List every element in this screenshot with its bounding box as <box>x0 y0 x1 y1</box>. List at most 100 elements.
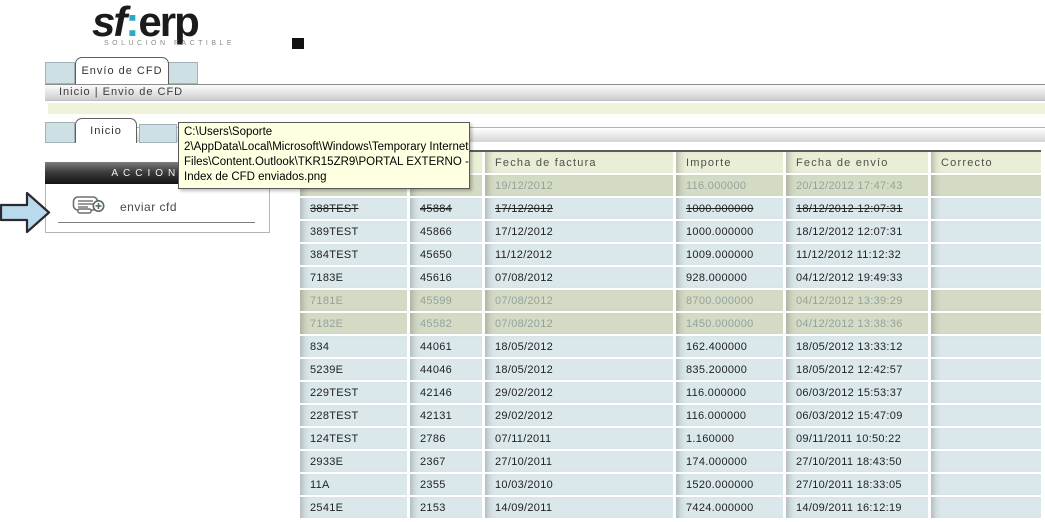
table-cell: 45650 <box>410 244 482 265</box>
table-cell: 45884 <box>410 198 482 219</box>
table-cell: 116.000000 <box>676 175 783 196</box>
table-cell: 14/09/2011 16:12:19 <box>786 497 928 518</box>
table-row[interactable]: 228TEST4213129/02/2012116.00000006/03/20… <box>300 405 1041 426</box>
column-header[interactable]: Importe <box>676 152 783 173</box>
table-cell: 1520.000000 <box>676 474 783 495</box>
table-cell: 1450.000000 <box>676 313 783 334</box>
table-cell: 44061 <box>410 336 482 357</box>
table-cell: 18/05/2012 <box>485 359 673 380</box>
table-cell: 27/10/2011 18:33:05 <box>786 474 928 495</box>
table-cell: 228TEST <box>300 405 407 426</box>
action-divider <box>58 222 255 223</box>
enviar-cfd-label: enviar cfd <box>120 200 177 214</box>
table-cell: 20/12/2012 17:47:43 <box>786 175 928 196</box>
table-cell: 928.000000 <box>676 267 783 288</box>
table-cell: 29/02/2012 <box>485 382 673 403</box>
table-cell: 06/03/2012 15:53:37 <box>786 382 928 403</box>
table-cell: 8700.000000 <box>676 290 783 311</box>
table-cell: 17/12/2012 <box>485 221 673 242</box>
table-row[interactable]: 124TEST278607/11/20111.16000009/11/2011 … <box>300 428 1041 449</box>
tabstrip-decoration-right <box>168 62 198 84</box>
column-header[interactable]: Fecha de envío <box>786 152 928 173</box>
table-row[interactable]: 384TEST4565011/12/20121009.00000011/12/2… <box>300 244 1041 265</box>
table-cell: 18/05/2012 <box>485 336 673 357</box>
table-cell: 07/08/2012 <box>485 267 673 288</box>
table-row[interactable]: 11A235510/03/20101520.00000027/10/2011 1… <box>300 474 1041 495</box>
table-cell: 11/12/2012 <box>485 244 673 265</box>
table-cell: 1.160000 <box>676 428 783 449</box>
table-row[interactable]: 389TEST4586617/12/20121000.00000018/12/2… <box>300 221 1041 242</box>
table-cell: 116.000000 <box>676 382 783 403</box>
table-cell: 2153 <box>410 497 482 518</box>
table-cell: 06/03/2012 15:47:09 <box>786 405 928 426</box>
logo-block-decoration <box>292 38 304 49</box>
table-cell: 04/12/2012 13:39:29 <box>786 290 928 311</box>
table-cell: 09/11/2011 10:50:22 <box>786 428 928 449</box>
table-row[interactable]: 5239E4404618/05/2012835.20000018/05/2012… <box>300 359 1041 380</box>
table-body: 19/12/2012116.00000020/12/2012 17:47:433… <box>300 175 1041 518</box>
table-cell: 7183E <box>300 267 407 288</box>
tabstrip-decoration-left <box>45 62 75 84</box>
table-cell: 11/12/2012 11:12:32 <box>786 244 928 265</box>
table-cell <box>931 497 1041 518</box>
tooltip-line: Files\Content.Outlook\TKR15ZR9\PORTAL EX… <box>184 155 464 170</box>
file-path-tooltip: C:\Users\Soporte 2\AppData\Local\Microso… <box>178 122 470 189</box>
table-cell: 07/08/2012 <box>485 290 673 311</box>
table-cell: 45866 <box>410 221 482 242</box>
logo-colon: : <box>125 0 138 45</box>
table-row[interactable]: 2541E215314/09/20117424.00000014/09/2011… <box>300 497 1041 518</box>
table-cell: 229TEST <box>300 382 407 403</box>
table-cell: 45582 <box>410 313 482 334</box>
annotation-arrow-icon <box>0 190 52 241</box>
table-cell: 14/09/2011 <box>485 497 673 518</box>
table-row[interactable]: 7183E4561607/08/2012928.00000004/12/2012… <box>300 267 1041 288</box>
table-cell <box>931 313 1041 334</box>
table-cell <box>931 359 1041 380</box>
table-cell: 2541E <box>300 497 407 518</box>
table-cell: 7424.000000 <box>676 497 783 518</box>
column-header[interactable]: Correcto <box>931 152 1041 173</box>
breadcrumb[interactable]: Inicio | Envio de CFD <box>45 84 1045 101</box>
table-cell <box>931 382 1041 403</box>
tab-inicio[interactable]: Inicio <box>75 118 137 143</box>
table-cell: 04/12/2012 13:38:36 <box>786 313 928 334</box>
table-cell: 1000.000000 <box>676 221 783 242</box>
table-cell: 18/12/2012 12:07:31 <box>786 198 928 219</box>
table-cell: 7182E <box>300 313 407 334</box>
table-cell: 27/10/2011 <box>485 451 673 472</box>
table-cell: 27/10/2011 18:43:50 <box>786 451 928 472</box>
table-cell: 388TEST <box>300 198 407 219</box>
table-cell <box>931 198 1041 219</box>
table-cell: 18/12/2012 12:07:31 <box>786 221 928 242</box>
logo-wordmark: sf:erp <box>92 0 312 44</box>
tab-envio-de-cfd[interactable]: Envío de CFD <box>75 57 169 84</box>
table-cell: 174.000000 <box>676 451 783 472</box>
column-header[interactable]: Fecha de factura <box>485 152 673 173</box>
table-cell: 45616 <box>410 267 482 288</box>
table-cell: 42131 <box>410 405 482 426</box>
table-row[interactable]: 388TEST4588417/12/20121000.00000018/12/2… <box>300 198 1041 219</box>
logo-subtitle: SOLUCIÓN FACTIBLE <box>104 40 312 47</box>
table-cell: 389TEST <box>300 221 407 242</box>
table-cell: 835.200000 <box>676 359 783 380</box>
table-cell: 834 <box>300 336 407 357</box>
table-cell: 29/02/2012 <box>485 405 673 426</box>
table-row[interactable]: 7182E4558207/08/20121450.00000004/12/201… <box>300 313 1041 334</box>
highlight-band <box>48 103 1045 114</box>
table-cell: 18/05/2012 13:33:12 <box>786 336 928 357</box>
subtabstrip-decoration-left <box>45 122 75 143</box>
table-cell: 42146 <box>410 382 482 403</box>
table-cell: 124TEST <box>300 428 407 449</box>
table-cell <box>931 428 1041 449</box>
table-row[interactable]: 229TEST4214629/02/2012116.00000006/03/20… <box>300 382 1041 403</box>
actions-panel: enviar cfd <box>45 184 270 233</box>
table-cell: 2786 <box>410 428 482 449</box>
table-cell: 5239E <box>300 359 407 380</box>
enviar-cfd-action[interactable]: enviar cfd <box>72 193 177 220</box>
table-row[interactable]: 8344406118/05/2012162.40000018/05/2012 1… <box>300 336 1041 357</box>
cfd-table: Fecha de facturaImporteFecha de envíoCor… <box>300 150 1041 518</box>
table-cell: 17/12/2012 <box>485 198 673 219</box>
table-row[interactable]: 2933E236727/10/2011174.00000027/10/2011 … <box>300 451 1041 472</box>
table-row[interactable]: 7181E4559907/08/20128700.00000004/12/201… <box>300 290 1041 311</box>
table-cell <box>931 405 1041 426</box>
